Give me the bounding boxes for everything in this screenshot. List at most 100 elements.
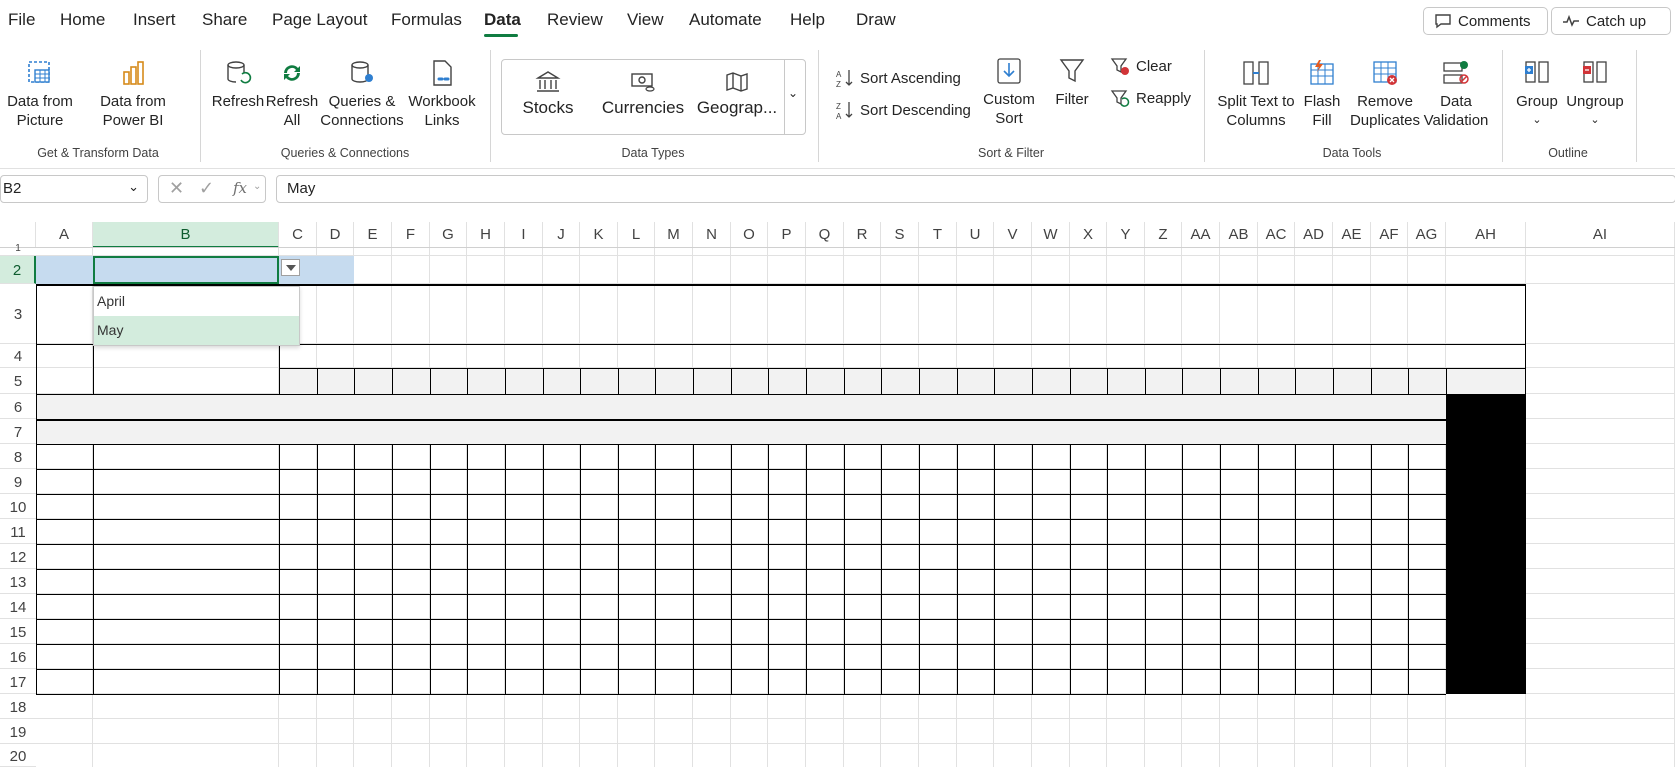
row-header-16[interactable]: 16 — [0, 644, 36, 669]
row-number-cell[interactable] — [36, 569, 93, 594]
weekday-cell[interactable] — [580, 394, 618, 419]
weekday-cell[interactable] — [279, 394, 317, 419]
column-header-n[interactable]: N — [693, 222, 731, 248]
no-header[interactable] — [36, 344, 93, 394]
column-header-z[interactable]: Z — [1145, 222, 1182, 248]
column-header-k[interactable]: K — [580, 222, 618, 248]
location-cell[interactable] — [96, 494, 279, 519]
date-cell[interactable] — [994, 368, 1032, 394]
row-header-17[interactable]: 17 — [0, 669, 36, 694]
weekday-cell[interactable] — [354, 394, 392, 419]
date-cell[interactable] — [881, 368, 919, 394]
row-header-11[interactable]: 11 — [0, 519, 36, 544]
row-header-19[interactable]: 19 — [0, 719, 36, 744]
date-cell[interactable] — [317, 368, 354, 394]
column-header-aa[interactable]: AA — [1182, 222, 1220, 248]
date-cell[interactable] — [919, 368, 957, 394]
location-cell[interactable] — [96, 544, 279, 569]
row-number-cell[interactable] — [36, 519, 93, 544]
date-cell[interactable] — [1333, 368, 1371, 394]
row-header-18[interactable]: 18 — [0, 694, 36, 719]
weekday-cell[interactable] — [505, 394, 543, 419]
weekday-cell[interactable] — [881, 394, 919, 419]
date-cell[interactable] — [768, 368, 806, 394]
date-cell[interactable] — [430, 368, 467, 394]
weekday-cell[interactable] — [806, 394, 844, 419]
date-cell[interactable] — [731, 368, 768, 394]
weekday-cell[interactable] — [430, 394, 467, 419]
row-number-cell[interactable] — [36, 444, 93, 469]
weekday-cell[interactable] — [844, 394, 881, 419]
column-header-af[interactable]: AF — [1371, 222, 1408, 248]
column-header-ah[interactable]: AH — [1446, 222, 1526, 248]
dropdown-option-may[interactable]: May — [94, 316, 299, 345]
date-cell[interactable] — [693, 368, 731, 394]
column-header-w[interactable]: W — [1032, 222, 1070, 248]
column-header-u[interactable]: U — [957, 222, 994, 248]
date-cell[interactable] — [543, 368, 580, 394]
date-cell[interactable] — [1182, 368, 1220, 394]
row-header-9[interactable]: 9 — [0, 469, 36, 494]
date-cell[interactable] — [467, 368, 505, 394]
weekday-cell[interactable] — [1220, 394, 1258, 419]
column-header-ae[interactable]: AE — [1333, 222, 1371, 248]
column-header-l[interactable]: L — [618, 222, 655, 248]
row-header-2[interactable]: 2 — [0, 256, 36, 284]
weekday-cell[interactable] — [768, 394, 806, 419]
column-header-e[interactable]: E — [354, 222, 392, 248]
column-header-o[interactable]: O — [731, 222, 768, 248]
month-value-cell[interactable] — [93, 256, 279, 284]
date-cell[interactable] — [1032, 368, 1070, 394]
weekday-cell[interactable] — [1295, 394, 1333, 419]
dropdown-option-april[interactable]: April — [94, 287, 299, 316]
row-number-cell[interactable] — [36, 619, 93, 644]
location-cell[interactable] — [96, 569, 279, 594]
validation-dropdown-list[interactable]: April May — [93, 286, 300, 346]
row-number-cell[interactable] — [36, 644, 93, 669]
row-header-6[interactable]: 6 — [0, 394, 36, 419]
weekday-cell[interactable] — [1107, 394, 1145, 419]
weekday-cell[interactable] — [994, 394, 1032, 419]
column-header-x[interactable]: X — [1070, 222, 1107, 248]
weekday-cell[interactable] — [655, 394, 693, 419]
date-cell[interactable] — [1408, 368, 1446, 394]
location-cell[interactable] — [96, 444, 279, 469]
column-header-t[interactable]: T — [919, 222, 957, 248]
column-header-v[interactable]: V — [994, 222, 1032, 248]
column-header-ad[interactable]: AD — [1295, 222, 1333, 248]
date-cell[interactable] — [1258, 368, 1295, 394]
row-header-8[interactable]: 8 — [0, 444, 36, 469]
column-header-j[interactable]: J — [543, 222, 580, 248]
column-header-q[interactable]: Q — [806, 222, 844, 248]
date-cell[interactable] — [279, 368, 317, 394]
row-header-15[interactable]: 15 — [0, 619, 36, 644]
column-header-ac[interactable]: AC — [1258, 222, 1295, 248]
month-label-cell[interactable] — [37, 256, 93, 284]
row-number-cell[interactable] — [36, 669, 93, 694]
location-cell[interactable] — [96, 619, 279, 644]
date-cell[interactable] — [580, 368, 618, 394]
location-cell[interactable] — [96, 469, 279, 494]
weekday-cell[interactable] — [1333, 394, 1371, 419]
column-header-c[interactable]: C — [279, 222, 317, 248]
weekday-cell[interactable] — [1408, 394, 1446, 419]
date-cell[interactable] — [1145, 368, 1182, 394]
row-header-14[interactable]: 14 — [0, 594, 36, 619]
date-cell[interactable] — [1070, 368, 1107, 394]
date-cell[interactable] — [618, 368, 655, 394]
date-cell[interactable] — [1220, 368, 1258, 394]
weekday-cell[interactable] — [1145, 394, 1182, 419]
weekday-cell[interactable] — [693, 394, 731, 419]
row-header-5[interactable]: 5 — [0, 368, 36, 394]
worksheet-grid[interactable]: A B C D E F G H I J K L M N O P Q R S T U V W X Y Z AA AB AC AD AE AF AG… — [0, 0, 1675, 767]
column-header-ai[interactable]: AI — [1526, 222, 1675, 248]
date-cell[interactable] — [1371, 368, 1408, 394]
row-header-4[interactable]: 4 — [0, 344, 36, 368]
weekday-cell[interactable] — [317, 394, 354, 419]
date-cell[interactable] — [655, 368, 693, 394]
dropdown-arrow-button[interactable] — [281, 259, 300, 276]
column-header-r[interactable]: R — [844, 222, 881, 248]
row-header-13[interactable]: 13 — [0, 569, 36, 594]
column-header-y[interactable]: Y — [1107, 222, 1145, 248]
column-header-g[interactable]: G — [430, 222, 467, 248]
